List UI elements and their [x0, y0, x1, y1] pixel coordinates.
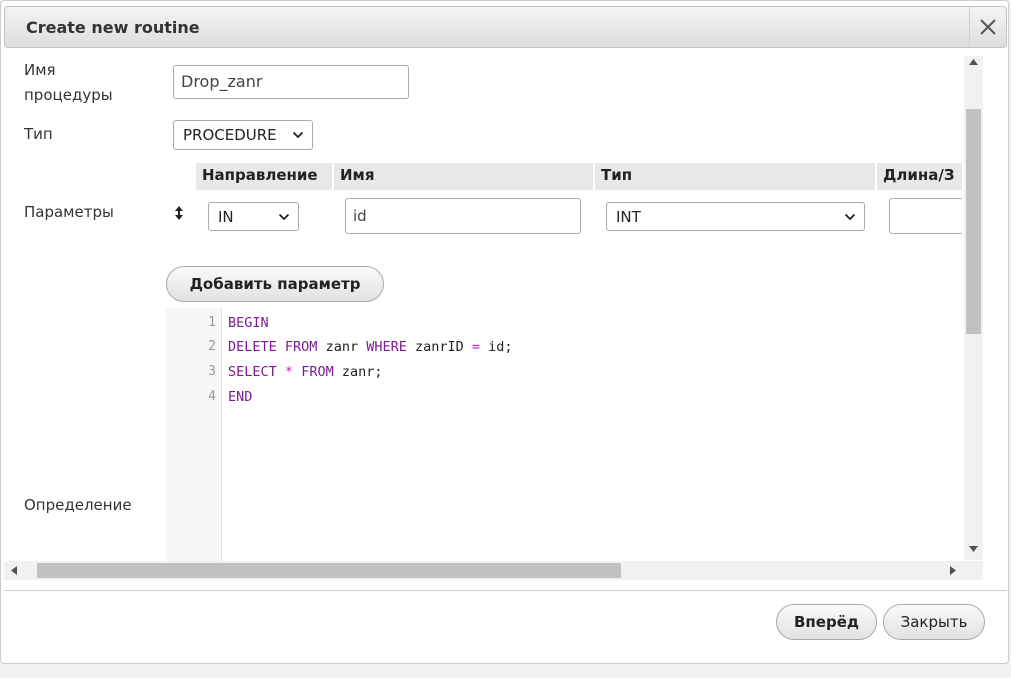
- form-viewport: Имя процедуры Drop_zanr Тип PROCEDURE Па…: [18, 56, 962, 561]
- code-token: BEGIN: [228, 315, 269, 331]
- parameters-table-header: Направление Имя Тип Длина/З: [196, 163, 962, 190]
- add-parameter-button[interactable]: Добавить параметр: [166, 266, 384, 302]
- vertical-scroll-thumb[interactable]: [966, 109, 981, 334]
- close-button[interactable]: Закрыть: [883, 604, 985, 640]
- code-token: END: [228, 389, 253, 405]
- horizontal-scrollbar[interactable]: [4, 561, 964, 580]
- param-length-input[interactable]: [889, 198, 962, 234]
- line-number: 4: [208, 389, 216, 404]
- code-token: id;: [480, 339, 513, 355]
- header-direction: Направление: [196, 163, 334, 190]
- routine-name-label: Имя процедуры: [24, 61, 113, 104]
- definition-label: Определение: [24, 496, 132, 514]
- code-token: DELETE: [228, 339, 277, 355]
- vertical-scrollbar[interactable]: [964, 56, 983, 560]
- header-length: Длина/З: [877, 163, 962, 190]
- code-token: *: [284, 364, 294, 380]
- scrollbar-corner: [964, 561, 983, 580]
- code-line: BEGIN: [228, 311, 269, 335]
- routine-type-value: PROCEDURE: [183, 126, 277, 144]
- close-icon[interactable]: [969, 7, 1006, 47]
- create-routine-dialog: Create new routine Имя процедуры Drop_za…: [0, 0, 1009, 664]
- header-name: Имя: [334, 163, 595, 190]
- param-type-select[interactable]: INT: [606, 202, 865, 231]
- go-button[interactable]: Вперёд: [776, 604, 877, 640]
- code-line: DELETE FROM zanr WHERE zanrID = id;: [228, 335, 513, 359]
- code-token: WHERE: [366, 339, 407, 355]
- routine-type-label: Тип: [24, 125, 53, 143]
- code-token: zanr: [317, 339, 367, 355]
- chevron-down-icon: [292, 131, 304, 139]
- code-token: zanr;: [333, 364, 383, 380]
- line-number-gutter: 1 2 3 4: [166, 308, 222, 561]
- code-token: FROM: [284, 339, 318, 355]
- param-direction-value: IN: [218, 207, 234, 226]
- footer-divider: [4, 590, 1007, 591]
- sort-arrows-icon[interactable]: [174, 206, 184, 220]
- chevron-down-icon: [278, 213, 290, 220]
- code-line: END: [228, 385, 252, 409]
- scroll-up-icon[interactable]: [969, 59, 978, 65]
- header-type: Тип: [595, 163, 877, 190]
- line-number: 1: [208, 315, 216, 330]
- dialog-titlebar[interactable]: Create new routine: [4, 6, 1007, 48]
- scroll-left-icon[interactable]: [11, 566, 17, 575]
- code-token: zanrID: [406, 339, 472, 355]
- line-number: 2: [208, 339, 216, 354]
- code-token: SELECT: [228, 364, 277, 380]
- routine-type-select[interactable]: PROCEDURE: [173, 120, 313, 150]
- param-type-value: INT: [616, 207, 641, 226]
- parameters-label: Параметры: [24, 203, 114, 221]
- code-token: FROM: [301, 364, 334, 380]
- code-line: SELECT * FROM zanr;: [228, 360, 383, 384]
- routine-name-input[interactable]: Drop_zanr: [173, 65, 409, 99]
- param-name-input[interactable]: id: [345, 198, 581, 234]
- line-number: 3: [208, 364, 216, 379]
- horizontal-scroll-thumb[interactable]: [37, 563, 621, 578]
- sql-code-editor[interactable]: 1 2 3 4 BEGIN DELETE FROM zanr WHERE zan…: [166, 308, 962, 561]
- chevron-down-icon: [844, 213, 856, 220]
- code-token: =: [471, 339, 481, 355]
- scroll-down-icon[interactable]: [969, 546, 978, 552]
- scroll-right-icon[interactable]: [950, 566, 956, 575]
- param-direction-select[interactable]: IN: [208, 202, 299, 231]
- dialog-title: Create new routine: [26, 18, 200, 37]
